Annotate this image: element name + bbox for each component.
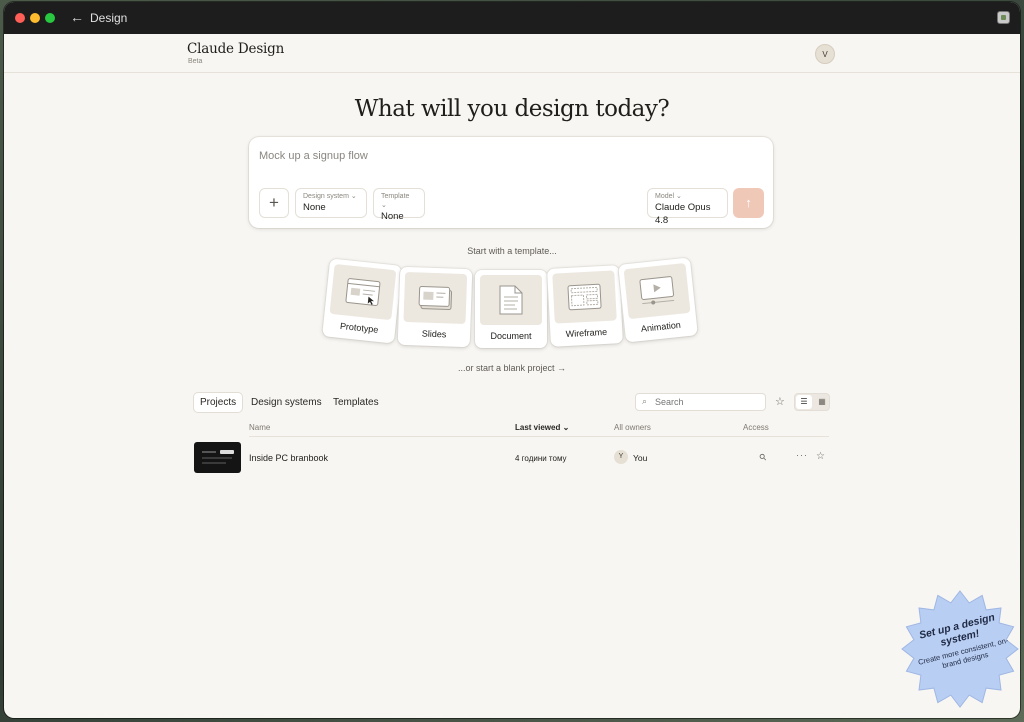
send-button[interactable]: ↑: [733, 188, 764, 218]
app-window: ← Design Claude Design Beta V What will …: [4, 2, 1020, 718]
close-window-button[interactable]: [15, 13, 25, 23]
prompt-input[interactable]: Mock up a signup flow: [259, 150, 368, 162]
extension-icon[interactable]: [997, 11, 1010, 24]
template-label: Template: [381, 193, 410, 200]
design-system-value: None: [303, 202, 326, 213]
template-value: None: [381, 211, 404, 222]
project-owner: You: [633, 453, 648, 463]
window-title: Design: [90, 11, 128, 25]
chevron-down-icon: ⌄: [562, 423, 570, 432]
template-label-wireframe: Wireframe: [565, 326, 608, 340]
prompt-composer: Mock up a signup flow + Design system ⌄ …: [249, 137, 773, 228]
blank-project-link[interactable]: ...or start a blank project →: [4, 363, 1020, 373]
star-filter-icon[interactable]: ☆: [775, 395, 785, 408]
app-header: Claude Design Beta: [4, 34, 1020, 73]
maximize-window-button[interactable]: [45, 13, 55, 23]
brand-name[interactable]: Claude Design: [187, 41, 284, 57]
plus-icon: +: [269, 193, 279, 212]
tab-templates[interactable]: Templates: [327, 393, 385, 412]
last-viewed-label: Last viewed: [515, 423, 561, 432]
owner-avatar: Y: [614, 450, 628, 464]
project-thumbnail[interactable]: [194, 442, 241, 473]
document-icon: [499, 285, 523, 315]
search-box: ⌕: [635, 393, 766, 411]
title-bar: ← Design: [4, 2, 1020, 34]
add-attachment-button[interactable]: +: [259, 188, 289, 218]
table-header-divider: [249, 436, 829, 437]
beta-badge: Beta: [188, 58, 203, 65]
design-system-select[interactable]: Design system ⌄ None: [295, 188, 367, 218]
template-hint: Start with a template...: [467, 246, 557, 256]
template-card-document[interactable]: Document: [475, 270, 547, 348]
chevron-down-icon: ⌄: [350, 193, 357, 200]
arrow-up-icon: ↑: [745, 195, 752, 210]
wireframe-icon: [567, 283, 602, 311]
template-card-slides[interactable]: Slides: [397, 266, 473, 348]
star-icon[interactable]: ☆: [816, 451, 825, 462]
page-title: What will you design today?: [354, 96, 670, 122]
project-name[interactable]: Inside PC branbook: [249, 453, 328, 463]
column-header-access: Access: [743, 423, 769, 432]
model-label: Model: [655, 193, 675, 200]
minimize-window-button[interactable]: [30, 13, 40, 23]
prototype-icon: [345, 278, 381, 306]
tab-design-systems[interactable]: Design systems: [245, 393, 328, 412]
chevron-down-icon: ⌄: [381, 202, 387, 209]
search-input[interactable]: [655, 395, 760, 409]
link-icon[interactable]: ⚲: [757, 451, 769, 463]
list-view-icon[interactable]: ☰: [796, 395, 812, 409]
template-card-animation[interactable]: Animation: [618, 257, 698, 343]
template-label-prototype: Prototype: [339, 320, 379, 335]
slides-icon: [418, 286, 453, 310]
column-header-last-viewed[interactable]: Last viewed ⌄: [515, 423, 569, 432]
design-system-promo[interactable]: Set up a design system! Create more cons…: [901, 590, 1019, 708]
project-last-viewed: 4 години тому: [515, 454, 567, 463]
user-avatar[interactable]: V: [815, 44, 835, 64]
template-card-wireframe[interactable]: Wireframe: [547, 265, 623, 347]
template-select[interactable]: Template ⌄ None: [373, 188, 425, 222]
column-header-owners[interactable]: All owners: [614, 423, 651, 432]
model-value: Claude Opus 4.8: [655, 202, 711, 226]
template-label-slides: Slides: [421, 328, 447, 340]
animation-icon: [639, 276, 675, 305]
more-options-icon[interactable]: ···: [796, 450, 808, 460]
search-icon: ⌕: [642, 396, 648, 406]
model-select[interactable]: Model ⌄ Claude Opus 4.8: [647, 188, 728, 226]
tab-projects[interactable]: Projects: [194, 393, 243, 412]
template-card-prototype[interactable]: Prototype: [322, 258, 402, 344]
chevron-down-icon: ⌄: [676, 193, 682, 200]
grid-view-icon[interactable]: ▦: [814, 395, 830, 409]
view-toggle: ☰ ▦: [794, 393, 830, 411]
arrow-left-icon[interactable]: ←: [70, 9, 84, 25]
template-label-animation: Animation: [640, 319, 682, 334]
column-header-name[interactable]: Name: [249, 423, 270, 432]
design-system-label: Design system: [303, 193, 349, 200]
template-label-document: Document: [490, 331, 532, 341]
